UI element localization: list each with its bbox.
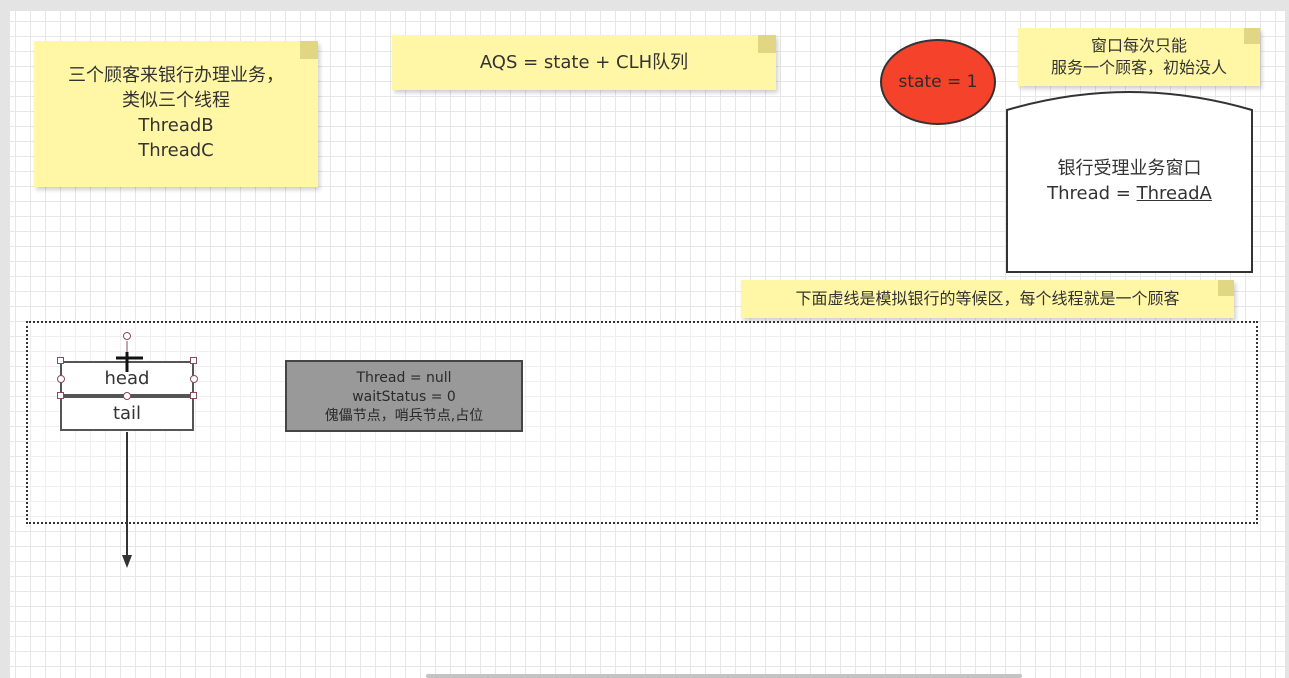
resize-handle[interactable] <box>57 392 64 399</box>
connector-overlay <box>116 341 143 568</box>
resize-handle[interactable] <box>57 357 64 364</box>
resize-handle[interactable] <box>57 375 65 383</box>
arrow-head-icon <box>122 555 132 568</box>
rotate-handle[interactable] <box>123 332 131 340</box>
horizontal-scrollbar[interactable] <box>426 674 1022 678</box>
move-cursor-icon <box>116 352 143 372</box>
resize-handle[interactable] <box>190 392 197 399</box>
resize-handle[interactable] <box>190 357 197 364</box>
resize-handle[interactable] <box>123 392 131 400</box>
resize-handle[interactable] <box>190 375 198 383</box>
